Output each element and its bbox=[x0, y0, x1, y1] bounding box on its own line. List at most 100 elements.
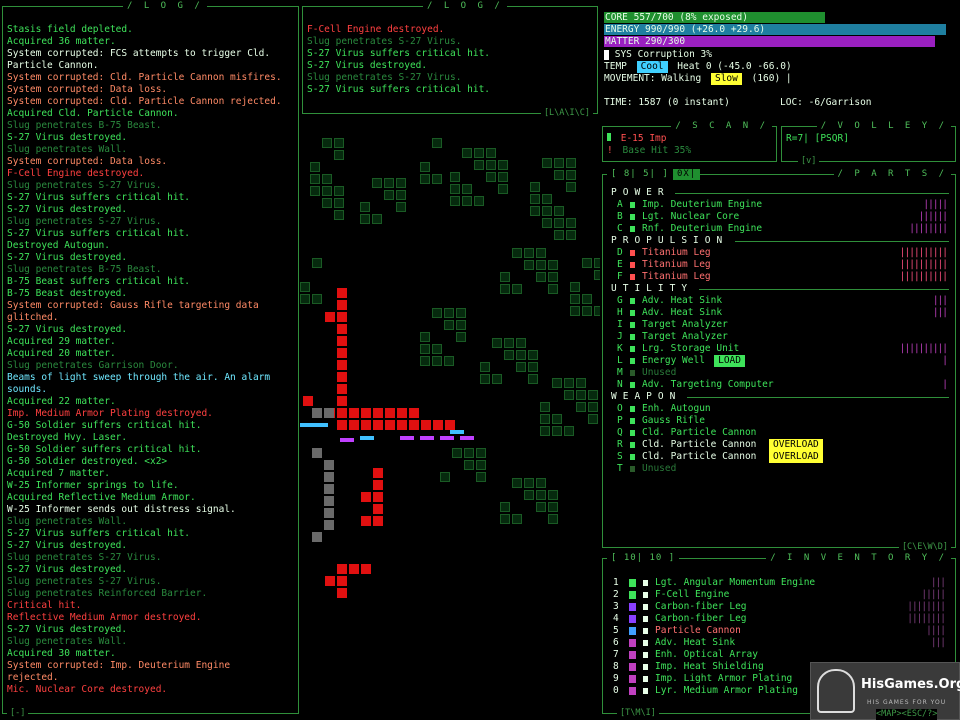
map-wall-tile bbox=[504, 338, 514, 348]
log-line: Stasis field depleted. bbox=[7, 24, 133, 35]
map-view[interactable] bbox=[300, 118, 600, 714]
item-icon bbox=[629, 591, 636, 599]
item-marker-icon bbox=[643, 664, 648, 670]
inventory-slot-2[interactable]: 2 F-Cell Engine ||||| bbox=[607, 589, 951, 601]
part-status-icon bbox=[630, 202, 635, 208]
part-hotkey: Q bbox=[617, 427, 623, 438]
part-status-icon bbox=[630, 346, 635, 352]
log-line: Slug penetrates Reinforced Barrier. bbox=[7, 588, 208, 599]
parts-footer[interactable]: [C\E\W\D] bbox=[898, 542, 951, 553]
log-line: Slug penetrates Wall. bbox=[7, 144, 128, 155]
parts-mode-tag[interactable]: 0X| bbox=[673, 169, 701, 180]
map-hostile-wall-tile bbox=[373, 408, 383, 418]
part-status-icon bbox=[630, 226, 635, 232]
part-integrity-pips: ||||| bbox=[923, 199, 948, 210]
log-line: B-75 Beast suffers critical hit. bbox=[7, 276, 191, 287]
inventory-hotkey: 2 bbox=[613, 589, 619, 600]
item-icon bbox=[629, 687, 636, 695]
part-slot-d[interactable]: D Titanium Leg |||||||||| bbox=[607, 247, 951, 259]
part-slot-r[interactable]: R Cld. Particle Cannon OVERLOAD bbox=[607, 439, 951, 451]
parts-category-utility: UTILITY bbox=[611, 283, 949, 295]
part-slot-t[interactable]: T Unused bbox=[607, 463, 951, 475]
map-wall-tile bbox=[476, 448, 486, 458]
part-slot-m[interactable]: M Unused bbox=[607, 367, 951, 379]
log-line: System corrupted: Data loss. bbox=[7, 156, 168, 167]
inventory-slot-5[interactable]: 5 Particle Cannon |||| bbox=[607, 625, 951, 637]
part-hotkey: T bbox=[617, 463, 623, 474]
map-wall-tile bbox=[594, 270, 600, 280]
map-wall-tile bbox=[450, 196, 460, 206]
map-wall-tile bbox=[322, 174, 332, 184]
left-log-footer[interactable]: [-] bbox=[7, 708, 29, 719]
part-status-icon bbox=[630, 334, 635, 340]
log-line: System corrupted: Data loss. bbox=[7, 84, 168, 95]
item-name: F-Cell Engine bbox=[655, 589, 730, 600]
map-wall-tile bbox=[444, 308, 454, 318]
map-wall-tile bbox=[474, 196, 484, 206]
log-line: S-27 Virus destroyed. bbox=[7, 540, 128, 551]
map-wall-tile bbox=[462, 148, 472, 158]
log-line: Slug penetrates S-27 Virus. bbox=[7, 576, 162, 587]
map-wall-tile bbox=[372, 178, 382, 188]
map-wall-tile bbox=[516, 338, 526, 348]
log-line: S-27 Virus suffers critical hit. bbox=[7, 192, 191, 203]
item-name: Lyr. Medium Armor Plating bbox=[655, 685, 798, 696]
map-wall-tile bbox=[322, 138, 332, 148]
inventory-slot-6[interactable]: 6 Adv. Heat Sink ||| bbox=[607, 637, 951, 649]
part-slot-f[interactable]: F Titanium Leg |||||||||| bbox=[607, 271, 951, 283]
inventory-slot-1[interactable]: 1 Lgt. Angular Momentum Engine ||| bbox=[607, 577, 951, 589]
map-wall-tile bbox=[566, 158, 576, 168]
log-line: Imp. Medium Armor Plating destroyed. bbox=[7, 408, 213, 419]
part-name: Adv. Heat Sink bbox=[642, 307, 723, 318]
part-slot-b[interactable]: B Lgt. Nuclear Core |||||| bbox=[607, 211, 951, 223]
map-wall-tile bbox=[588, 390, 598, 400]
part-slot-l[interactable]: L Energy Well LOAD | bbox=[607, 355, 951, 367]
map-wall-tile bbox=[420, 332, 430, 342]
part-slot-k[interactable]: K Lrg. Storage Unit |||||||||| bbox=[607, 343, 951, 355]
map-debris-tile bbox=[324, 460, 334, 470]
part-status-icon bbox=[630, 298, 635, 304]
part-integrity-pips: | bbox=[942, 355, 948, 366]
part-slot-e[interactable]: E Titanium Leg |||||||||| bbox=[607, 259, 951, 271]
item-name: Adv. Heat Sink bbox=[655, 637, 736, 648]
category-label: UTILITY bbox=[611, 283, 694, 294]
part-name: Adv. Targeting Computer bbox=[642, 379, 774, 390]
part-slot-p[interactable]: P Gauss Rifle bbox=[607, 415, 951, 427]
part-integrity-pips: | bbox=[942, 379, 948, 390]
part-status-icon bbox=[630, 358, 635, 364]
map-wall-tile bbox=[504, 350, 514, 360]
temp-row: TEMP Cool Heat 0 (-45.0 -66.0) bbox=[604, 61, 792, 73]
inventory-slot-4[interactable]: 4 Carbon-fiber Leg |||||||| bbox=[607, 613, 951, 625]
part-slot-i[interactable]: I Target Analyzer bbox=[607, 319, 951, 331]
part-slot-h[interactable]: H Adv. Heat Sink ||| bbox=[607, 307, 951, 319]
log-line: G-50 Soldier suffers critical hit. bbox=[7, 420, 202, 431]
item-name: Lgt. Angular Momentum Engine bbox=[655, 577, 816, 588]
part-slot-n[interactable]: N Adv. Targeting Computer | bbox=[607, 379, 951, 391]
map-wall-tile bbox=[548, 514, 558, 524]
map-hostile-wall-tile bbox=[373, 468, 383, 478]
volley-footer[interactable]: [v] bbox=[798, 156, 820, 167]
part-hotkey: H bbox=[617, 307, 623, 318]
map-wall-tile bbox=[576, 378, 586, 388]
map-wall-tile bbox=[516, 362, 526, 372]
map-wall-tile bbox=[530, 182, 540, 192]
item-integrity-pips: ||| bbox=[930, 577, 946, 588]
item-name: Carbon-fiber Leg bbox=[655, 613, 747, 624]
part-slot-j[interactable]: J Target Analyzer bbox=[607, 331, 951, 343]
map-wall-tile bbox=[464, 460, 474, 470]
part-slot-s[interactable]: S Cld. Particle Cannon OVERLOAD bbox=[607, 451, 951, 463]
map-wall-tile bbox=[554, 206, 564, 216]
inventory-slot-3[interactable]: 3 Carbon-fiber Leg |||||||| bbox=[607, 601, 951, 613]
map-wall-tile bbox=[384, 178, 394, 188]
part-slot-c[interactable]: C Rnf. Deuterium Engine |||||||| bbox=[607, 223, 951, 235]
map-esc-hint[interactable]: <MAP><ESC/?> bbox=[876, 709, 938, 720]
map-hostile-wall-tile bbox=[385, 408, 395, 418]
part-slot-o[interactable]: O Enh. Autogun bbox=[607, 403, 951, 415]
inventory-footer[interactable]: [T\M\I] bbox=[617, 708, 659, 719]
log-line: Acquired Reflective Medium Armor. bbox=[7, 492, 196, 503]
part-slot-g[interactable]: G Adv. Heat Sink ||| bbox=[607, 295, 951, 307]
item-integrity-pips: |||||||| bbox=[907, 613, 946, 624]
part-slot-q[interactable]: Q Cld. Particle Cannon bbox=[607, 427, 951, 439]
part-slot-a[interactable]: A Imp. Deuterium Engine ||||| bbox=[607, 199, 951, 211]
inventory-slot-7[interactable]: 7 Enh. Optical Array bbox=[607, 649, 951, 661]
